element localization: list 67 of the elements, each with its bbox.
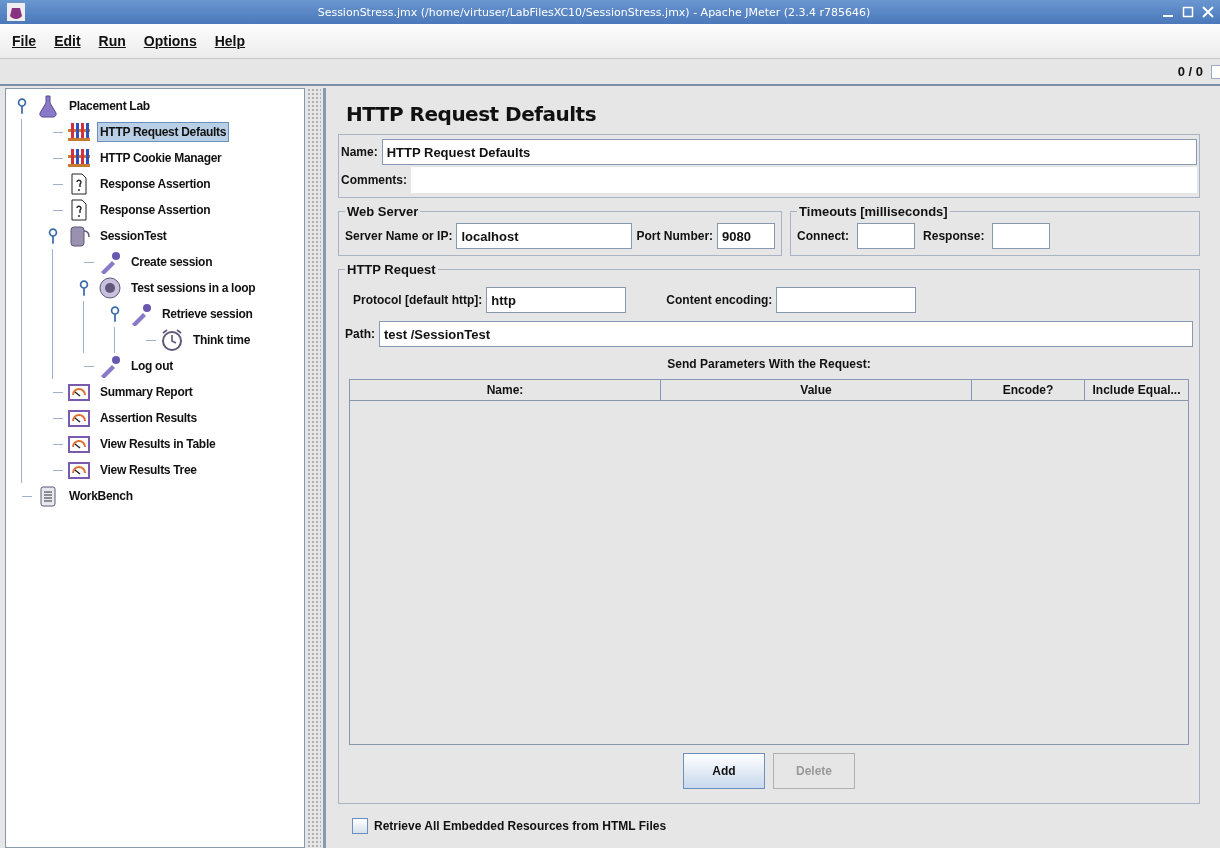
- field-label: Port Number:: [636, 229, 714, 243]
- close-icon[interactable]: [1202, 6, 1214, 18]
- text-field[interactable]: localhost: [456, 223, 633, 249]
- tree-item[interactable]: Summary Report: [97, 382, 196, 402]
- tree-item[interactable]: Think time: [190, 330, 253, 350]
- protocol-field[interactable]: http: [486, 287, 627, 313]
- text-field[interactable]: [992, 223, 1051, 249]
- group-title: Web Server: [346, 204, 420, 219]
- tree-item[interactable]: Response Assertion: [97, 174, 214, 194]
- menu-item[interactable]: Run: [98, 33, 126, 49]
- text-field[interactable]: [857, 223, 916, 249]
- expanded-handle-icon[interactable]: [16, 98, 28, 114]
- spool-icon: [67, 224, 91, 248]
- table-title: Send Parameters With the Request:: [666, 357, 872, 371]
- expanded-handle-icon[interactable]: [47, 228, 59, 244]
- menu-item[interactable]: File: [12, 33, 37, 49]
- column-header[interactable]: Name:: [350, 380, 661, 400]
- menu-item[interactable]: Help: [214, 33, 246, 49]
- field-label: Content encoding:: [666, 293, 773, 307]
- tree-item[interactable]: View Results Tree: [97, 460, 200, 480]
- column-header[interactable]: Include Equal...: [1085, 380, 1188, 400]
- field-label: Name:: [341, 145, 378, 159]
- group-title: HTTP Request: [346, 262, 437, 277]
- column-header[interactable]: Encode?: [972, 380, 1085, 400]
- field-label: Protocol [default http]:: [353, 293, 483, 307]
- app-icon: [6, 2, 26, 22]
- tree-item[interactable]: HTTP Request Defaults: [97, 122, 230, 142]
- test-tube-rack-icon: [67, 120, 91, 144]
- comments-field[interactable]: [411, 167, 1197, 193]
- name-field[interactable]: HTTP Request Defaults: [381, 139, 1197, 165]
- checkbox[interactable]: [352, 818, 368, 834]
- field-label: Server Name or IP:: [345, 229, 453, 243]
- menu-item[interactable]: Edit: [54, 33, 81, 49]
- menu-item[interactable]: Options: [143, 33, 197, 49]
- status-indicator-icon: [1211, 64, 1220, 79]
- maximize-icon[interactable]: [1182, 6, 1194, 18]
- tree-item[interactable]: Placement Lab: [66, 96, 153, 116]
- tree-item[interactable]: View Results in Table: [97, 434, 219, 454]
- tree-item[interactable]: WorkBench: [66, 486, 136, 506]
- thread-counter: 0 / 0: [1177, 64, 1203, 79]
- field-label: Comments:: [341, 173, 407, 187]
- clock-icon: [160, 328, 184, 352]
- panel-heading: HTTP Request Defaults: [346, 102, 598, 126]
- tree-item[interactable]: Create session: [128, 252, 216, 272]
- field-label: Connect:: [797, 229, 850, 243]
- tree-item[interactable]: HTTP Cookie Manager: [97, 148, 225, 168]
- tree-item[interactable]: Retrieve session: [159, 304, 256, 324]
- tree-item[interactable]: SessionTest: [97, 226, 170, 246]
- tree-item[interactable]: Response Assertion: [97, 200, 214, 220]
- dial-icon: [98, 276, 122, 300]
- expanded-handle-icon[interactable]: [109, 306, 121, 322]
- expanded-handle-icon[interactable]: [78, 280, 90, 296]
- action-button[interactable]: Add: [683, 753, 765, 789]
- tree-item[interactable]: Log out: [128, 356, 176, 376]
- field-label: Response:: [923, 229, 985, 243]
- text-field[interactable]: 9080: [717, 223, 776, 249]
- window-title: SessionStress.jmx (/home/virtuser/LabFilesXC10/SessionStress.jmx) - Apache JMeter (2.3.4 r785646): [316, 5, 872, 19]
- column-header[interactable]: Value: [661, 380, 972, 400]
- field-label: Path:: [345, 327, 375, 341]
- path-field[interactable]: test /SessionTest: [379, 321, 1193, 347]
- checkbox-label: Retrieve All Embedded Resources from HTML Files: [374, 819, 667, 833]
- encoding-field[interactable]: [776, 287, 917, 313]
- group-title: Timeouts [milliseconds]: [798, 204, 949, 219]
- tree-item[interactable]: Assertion Results: [97, 408, 200, 428]
- tree-item[interactable]: Test sessions in a loop: [128, 278, 259, 298]
- flask-icon: [36, 94, 60, 118]
- test-tube-rack-icon: [67, 146, 91, 170]
